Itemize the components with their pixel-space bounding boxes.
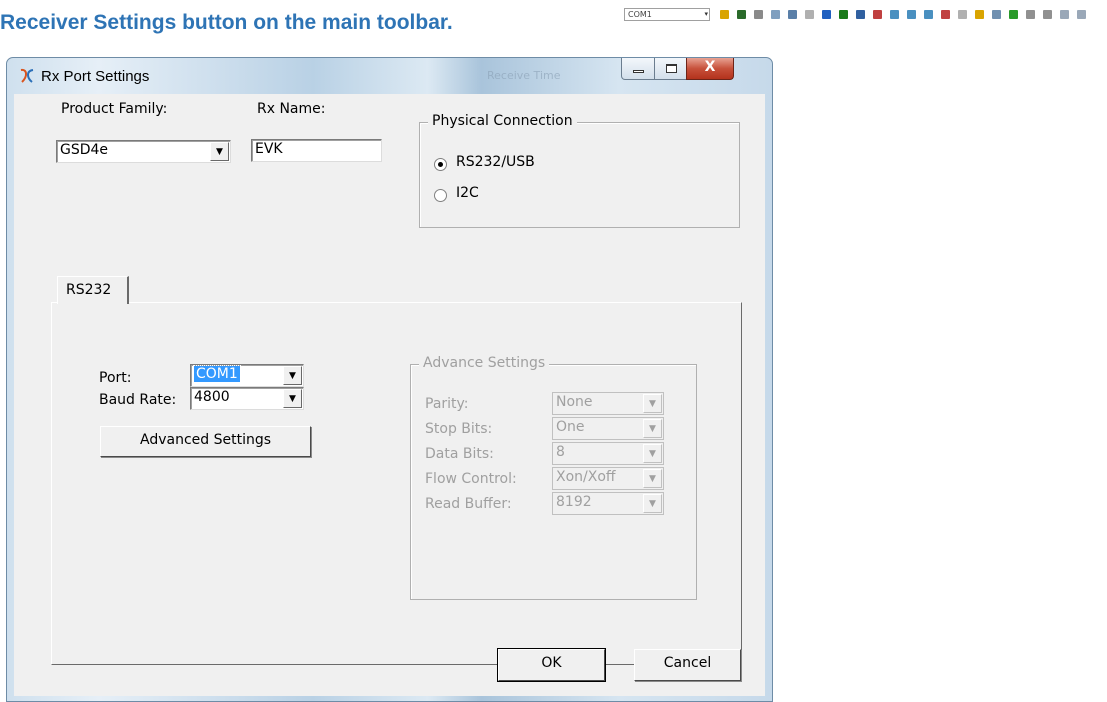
maximize-icon [666, 64, 677, 73]
flow-control-label: Flow Control: [425, 471, 517, 487]
chevron-down-icon[interactable]: ▼ [283, 389, 302, 408]
gear-icon[interactable] [720, 10, 729, 19]
view-icon[interactable] [941, 10, 950, 19]
pause-icon[interactable] [1026, 10, 1035, 19]
chevron-down-icon[interactable]: ▼ [643, 419, 662, 438]
view-icon[interactable] [890, 10, 899, 19]
ok-button[interactable]: OK [497, 648, 606, 682]
view-icon[interactable] [907, 10, 916, 19]
dialog-client-area: Product Family: GSD4e ▼ Rx Name: EVK Phy… [14, 94, 765, 696]
port-value: COM1 [193, 365, 241, 383]
data-bits-value: 8 [556, 444, 565, 460]
chevron-down-icon[interactable]: ▼ [643, 469, 662, 488]
rx-name-value: EVK [255, 141, 283, 157]
parity-value: None [556, 394, 593, 410]
product-family-select[interactable]: GSD4e ▼ [56, 140, 231, 163]
radio-rs232-usb[interactable] [434, 158, 447, 171]
chevron-down-icon[interactable]: ▼ [283, 366, 302, 385]
read-buffer-value: 8192 [556, 494, 592, 510]
view-icon[interactable] [924, 10, 933, 19]
location-icon[interactable] [873, 10, 882, 19]
transfer-icon[interactable] [737, 10, 746, 19]
parity-label: Parity: [425, 396, 469, 412]
stop-bits-value: One [556, 419, 585, 435]
stop-bits-select[interactable]: One ▼ [552, 417, 664, 440]
document-heading: Receiver Settings button on the main too… [0, 11, 453, 34]
rx-name-input[interactable]: EVK [251, 139, 382, 162]
window-icon[interactable] [1060, 10, 1069, 19]
window-icon[interactable] [822, 10, 831, 19]
parity-select[interactable]: None ▼ [552, 392, 664, 415]
stop-bits-label: Stop Bits: [425, 421, 493, 437]
rx-port-settings-dialog: Rx Port Settings Receive Time X Product … [6, 57, 773, 702]
dialog-title: Rx Port Settings [41, 68, 150, 85]
data-bits-select[interactable]: 8 ▼ [552, 442, 664, 465]
cancel-button[interactable]: Cancel [634, 649, 741, 681]
grid-icon[interactable] [856, 10, 865, 19]
radio-i2c[interactable] [434, 189, 447, 202]
baud-rate-label: Baud Rate: [99, 392, 177, 408]
stop-icon[interactable] [992, 10, 1001, 19]
app-logo-icon [20, 68, 34, 83]
port-select[interactable]: COM1 ▼ [190, 364, 304, 387]
port-label: Port: [99, 370, 132, 386]
advance-settings-title: Advance Settings [419, 355, 550, 371]
baud-rate-select[interactable]: 4800 ▼ [190, 387, 304, 410]
window-icon[interactable] [1077, 10, 1086, 19]
pen-icon[interactable] [958, 10, 967, 19]
physical-connection-group: Physical Connection RS232/USB I2C [419, 113, 740, 228]
tab-rs232[interactable]: RS232 [57, 276, 129, 304]
chevron-down-icon[interactable]: ▼ [643, 444, 662, 463]
maximize-button[interactable] [654, 58, 687, 80]
product-family-value: GSD4e [60, 142, 109, 158]
flow-control-select[interactable]: Xon/Xoff ▼ [552, 467, 664, 490]
flow-control-value: Xon/Xoff [556, 469, 616, 485]
read-buffer-label: Read Buffer: [425, 496, 512, 512]
close-icon: X [704, 59, 716, 75]
chevron-down-icon[interactable]: ▼ [210, 142, 229, 161]
physical-connection-title: Physical Connection [428, 113, 577, 129]
save-icon[interactable] [788, 10, 797, 19]
baud-rate-value: 4800 [194, 389, 230, 405]
rx-name-label: Rx Name: [257, 101, 326, 117]
chart-icon[interactable] [771, 10, 780, 19]
main-toolbar: COM1 ▾ [592, 8, 1107, 22]
background-window-title: Receive Time [487, 69, 561, 82]
radio-i2c-label: I2C [456, 185, 479, 201]
port-combo[interactable]: COM1 ▾ [624, 8, 710, 21]
chevron-down-icon[interactable]: ▼ [643, 494, 662, 513]
folder-icon[interactable] [975, 10, 984, 19]
minimize-button[interactable] [621, 58, 655, 80]
minimize-icon [633, 70, 644, 73]
undo-icon[interactable] [805, 10, 814, 19]
tab-rs232-label: RS232 [66, 282, 112, 298]
play-icon[interactable] [1009, 10, 1018, 19]
advance-settings-group: Advance Settings Parity: None ▼ Stop Bit… [410, 355, 697, 600]
product-family-label: Product Family: [61, 101, 168, 117]
advanced-settings-button[interactable]: Advanced Settings [100, 426, 311, 457]
close-button[interactable]: X [686, 58, 734, 80]
read-buffer-select[interactable]: 8192 ▼ [552, 492, 664, 515]
title-bar[interactable]: Rx Port Settings Receive Time X [7, 58, 772, 94]
chevron-down-icon[interactable]: ▾ [704, 9, 708, 20]
chevron-down-icon[interactable]: ▼ [643, 394, 662, 413]
stop-icon[interactable] [1043, 10, 1052, 19]
pause-icon[interactable] [754, 10, 763, 19]
data-bits-label: Data Bits: [425, 446, 494, 462]
radio-rs232-usb-label: RS232/USB [456, 154, 535, 170]
port-combo-value: COM1 [628, 10, 652, 19]
record-icon[interactable] [839, 10, 848, 19]
